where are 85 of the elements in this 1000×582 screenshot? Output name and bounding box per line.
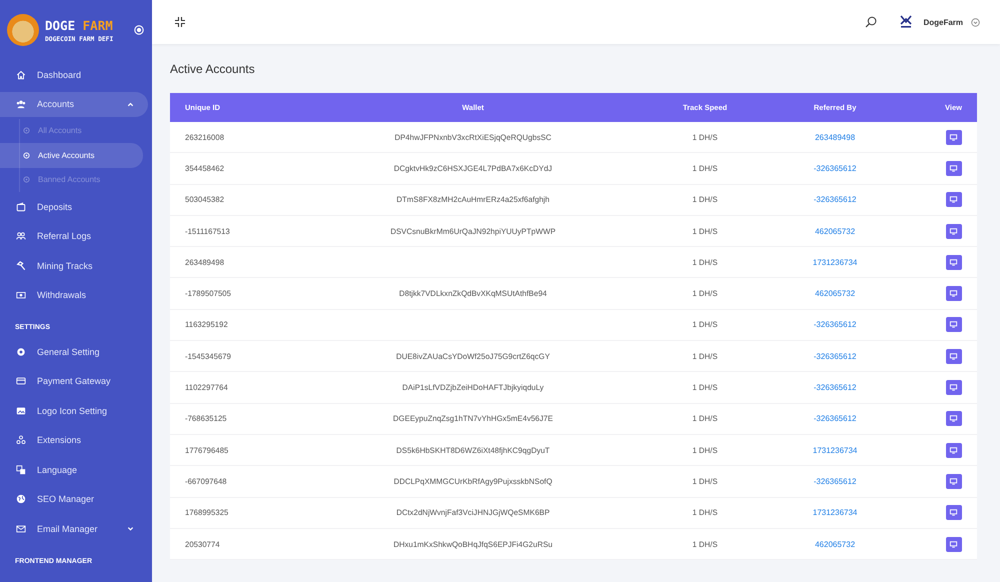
picture-icon [16, 406, 26, 416]
brand-name: DOGE FARM [45, 18, 114, 32]
referrer-link[interactable]: -326365612 [814, 352, 856, 361]
money-icon [16, 290, 26, 300]
user-logo-icon[interactable] [899, 15, 914, 29]
sidebar-item[interactable]: SEO Manager [0, 484, 148, 514]
people-icon [16, 231, 26, 242]
chevron-icon [127, 100, 134, 108]
monitor-icon [949, 320, 958, 330]
monitor-icon [949, 164, 958, 173]
monitor-icon [949, 446, 958, 455]
monitor-icon [949, 540, 958, 548]
referrer-link[interactable]: -326365612 [814, 383, 856, 392]
search-icon[interactable] [865, 16, 878, 28]
sidebar-subitem[interactable]: Active Accounts [0, 143, 143, 168]
referrer-link[interactable]: 263489498 [814, 132, 856, 142]
view-button[interactable] [946, 505, 962, 520]
view-button[interactable] [946, 192, 962, 208]
view-button[interactable] [946, 474, 962, 489]
monitor-icon [949, 414, 958, 424]
sidebar-item[interactable]: Deposits [0, 192, 148, 222]
toggle-icon[interactable] [134, 25, 144, 35]
view-button[interactable] [946, 317, 962, 332]
monitor-icon [949, 195, 958, 204]
chevron-icon [127, 525, 134, 532]
monitor-icon [949, 289, 958, 298]
envelope-icon [16, 524, 26, 534]
sidebar-subitem[interactable]: Banned Accounts [20, 168, 143, 192]
view-button[interactable] [946, 536, 962, 552]
sidebar-item[interactable]: Dashboard [0, 60, 148, 90]
sidebar-item[interactable]: General Setting [0, 337, 148, 366]
monitor-icon [949, 258, 958, 267]
collapse-icon[interactable] [174, 16, 186, 28]
view-button[interactable] [946, 380, 962, 396]
view-button[interactable] [946, 160, 962, 176]
circle-dot-icon [23, 127, 30, 134]
home-icon [16, 70, 26, 80]
sidebar-item[interactable]: Language [0, 455, 148, 484]
user-name[interactable]: DogeFarm [923, 18, 963, 26]
circle-dot-icon [23, 152, 30, 159]
sidebar-item[interactable]: Email Manager [0, 514, 148, 544]
circle-dot-icon [23, 176, 30, 184]
referrer-link[interactable]: 1731236734 [812, 508, 858, 518]
view-button[interactable] [946, 286, 962, 302]
view-button[interactable] [946, 254, 962, 270]
monitor-icon [949, 508, 958, 518]
referrer-link[interactable]: 462065732 [814, 540, 856, 548]
referrer-link[interactable]: 462065732 [814, 289, 856, 298]
hammer-icon [16, 260, 26, 271]
referrer-link[interactable]: -326365612 [814, 164, 856, 173]
page-title: Active Accounts [170, 62, 256, 76]
referrer-link[interactable]: -326365612 [814, 195, 856, 204]
sidebar-subitem[interactable]: All Accounts [20, 118, 143, 143]
sidebar-item[interactable]: Withdrawals [0, 280, 148, 310]
sidebar-item[interactable]: Accounts [0, 92, 148, 116]
card-icon [16, 376, 26, 386]
sidebar-item[interactable]: Logo Icon Setting [0, 396, 148, 426]
sidebar-item[interactable]: Extensions [0, 426, 148, 455]
referrer-link[interactable]: 1731236734 [812, 446, 858, 455]
group-icon [16, 99, 26, 109]
referrer-link[interactable]: 1731236734 [812, 258, 858, 267]
logo-icon [7, 14, 39, 46]
view-button[interactable] [946, 348, 962, 364]
gear-icon [16, 346, 26, 357]
sidebar-item[interactable]: Referral Logs [0, 222, 148, 251]
nodes-icon [16, 435, 26, 446]
chevron-down-icon[interactable] [971, 18, 980, 26]
monitor-icon [949, 352, 958, 361]
view-button[interactable] [946, 224, 962, 239]
referrer-link[interactable]: -326365612 [814, 320, 856, 330]
referrer-link[interactable]: 462065732 [814, 226, 856, 236]
monitor-icon [949, 132, 958, 142]
language-icon [16, 464, 26, 475]
monitor-icon [949, 226, 958, 236]
view-button[interactable] [946, 130, 962, 145]
referrer-link[interactable]: -326365612 [814, 476, 856, 486]
monitor-icon [949, 383, 958, 392]
wallet-icon [16, 202, 26, 212]
view-button[interactable] [946, 442, 962, 458]
referrer-link[interactable]: -326365612 [814, 414, 856, 424]
globe-icon [16, 494, 26, 504]
monitor-icon [949, 476, 958, 486]
sidebar-item[interactable]: Payment Gateway [0, 366, 148, 396]
sidebar-item[interactable]: Mining Tracks [0, 251, 148, 280]
view-button[interactable] [946, 411, 962, 426]
